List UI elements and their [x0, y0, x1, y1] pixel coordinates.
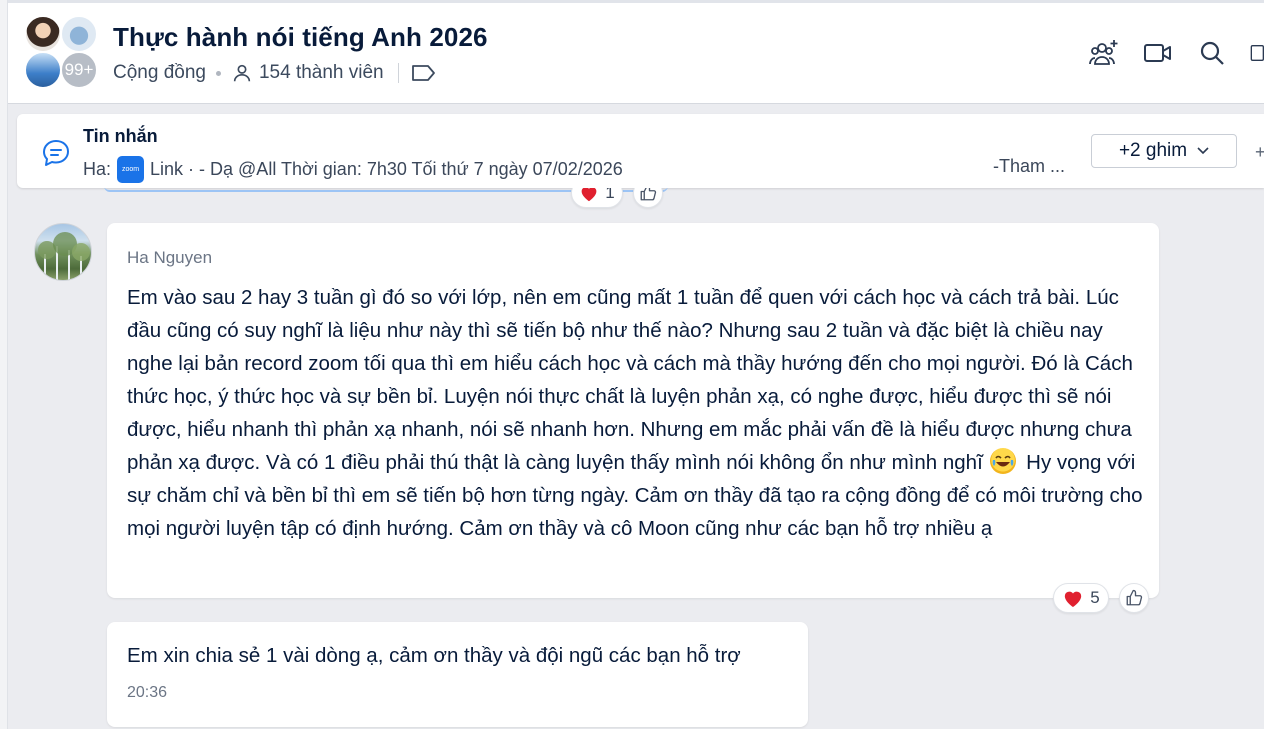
like-button[interactable]: [633, 188, 663, 208]
divider: [397, 63, 399, 83]
heart-icon: [581, 188, 597, 202]
sender-avatar[interactable]: [34, 223, 92, 281]
zoom-icon: zoom: [117, 156, 145, 183]
pinned-text-right: -Tham ...: [993, 156, 1066, 176]
pinned-messages-bar[interactable]: Tin nhắn Ha: zoom Link · - Dạ @All Thời …: [17, 114, 1264, 188]
more-pins-button[interactable]: +2 ghim: [1091, 134, 1237, 168]
heart-reaction[interactable]: 5: [1053, 583, 1109, 613]
left-panel-edge: [0, 0, 8, 729]
thumbs-up-icon: [640, 188, 657, 201]
expand-icon[interactable]: +: [1255, 142, 1264, 163]
tag-icon[interactable]: [411, 63, 437, 83]
pinned-text: Link · - Dạ @All Thời gian: 7h30 Tối thứ…: [150, 159, 623, 179]
category-label: Cộng đồng: [113, 62, 206, 83]
member-overflow-count: 99+: [60, 51, 98, 89]
member-icon: [233, 64, 251, 82]
heart-count: 1: [605, 188, 615, 202]
search-icon[interactable]: [1196, 37, 1228, 69]
pinned-sender: Ha:: [83, 159, 112, 179]
message-text: Em vào sau 2 hay 3 tuần gì đó so với lớp…: [127, 281, 1147, 545]
member-avatar: [24, 15, 62, 53]
message-bubble[interactable]: Ha Nguyen Em vào sau 2 hay 3 tuần gì đó …: [107, 223, 1159, 598]
message-text-part1: Em vào sau 2 hay 3 tuần gì đó so với lớp…: [127, 286, 1133, 474]
conversation-title[interactable]: Thực hành nói tiếng Anh 2026: [113, 22, 488, 53]
message-timestamp: 20:36: [127, 684, 168, 701]
pinned-title: Tin nhắn: [83, 126, 158, 146]
add-member-icon[interactable]: [1088, 37, 1120, 69]
more-pins-label: +2 ghim: [1118, 140, 1188, 161]
separator-dot: [215, 70, 221, 76]
heart-reaction[interactable]: 1: [571, 188, 623, 208]
heart-icon: [1065, 591, 1082, 608]
layout-toggle-icon[interactable]: [1248, 37, 1264, 69]
heart-count: 5: [1090, 588, 1100, 607]
tears-of-joy-emoji-icon: [990, 448, 1017, 474]
thumbs-up-icon: [1126, 589, 1143, 606]
sender-name[interactable]: Ha Nguyen: [127, 248, 212, 268]
chevron-down-icon: [1197, 147, 1209, 155]
message-text: Em xin chia sẻ 1 vài dòng ạ, cảm ơn thầy…: [127, 644, 741, 667]
video-call-icon[interactable]: [1142, 37, 1174, 69]
members-link[interactable]: 154 thành viên: [231, 62, 384, 84]
member-count: 154 thành viên: [258, 62, 384, 83]
pinned-preview: Ha: zoom Link · - Dạ @All Thời gian: 7h3…: [83, 156, 623, 183]
message-bubble-icon: [43, 140, 69, 166]
group-avatar[interactable]: 99+: [23, 15, 103, 91]
like-button[interactable]: [1119, 583, 1149, 613]
member-avatar: [60, 15, 98, 53]
message-bubble[interactable]: Em xin chia sẻ 1 vài dòng ạ, cảm ơn thầy…: [107, 622, 808, 727]
previous-message-reactions: 1: [0, 188, 1264, 214]
conversation-subtitle: Cộng đồng 154 thành viên: [113, 62, 437, 84]
member-avatar: [24, 51, 62, 89]
tree-photo: [38, 232, 90, 280]
